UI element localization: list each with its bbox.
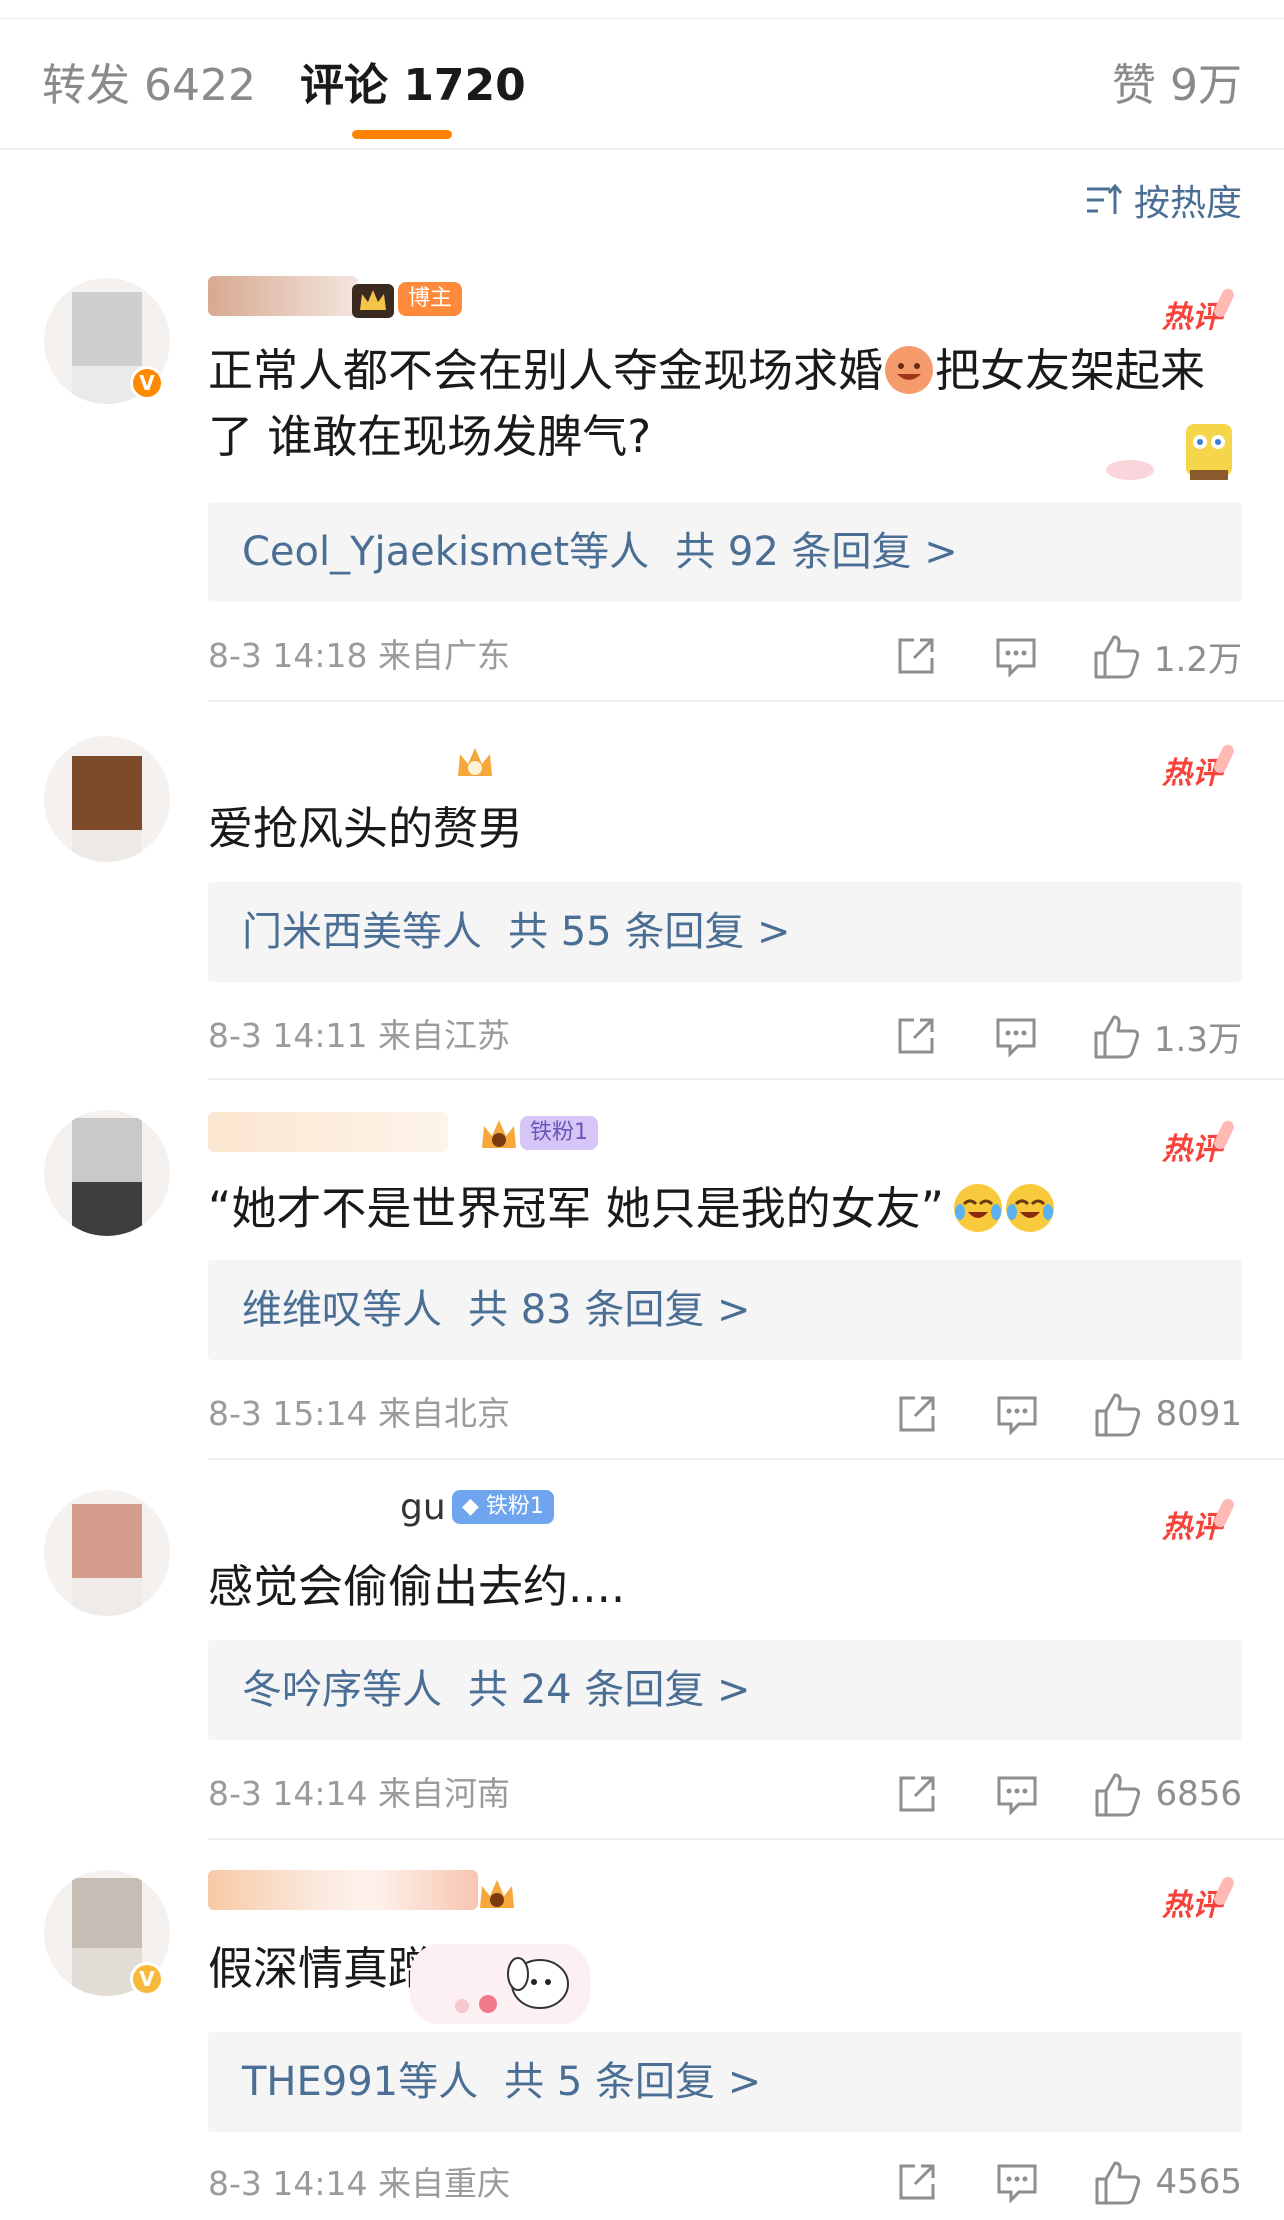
thumbs-up-icon[interactable]	[1093, 1389, 1143, 1439]
share-icon[interactable]	[892, 1012, 940, 1060]
thumbs-up-icon[interactable]	[1092, 631, 1142, 681]
comment-item: V 热评 假深情真蹭货 THE991等人共 5 条回复 > 8-3 14:14 …	[0, 1840, 1284, 2220]
crown-icon	[482, 1120, 516, 1148]
like-count: 4565	[1155, 2162, 1242, 2202]
reply-user-names[interactable]: 门米西美	[242, 909, 402, 955]
comment-icon[interactable]	[992, 1012, 1040, 1060]
comment-meta: 8-3 14:18 来自广东	[208, 636, 510, 675]
sort-icon	[1086, 183, 1122, 214]
reply-count[interactable]: 共 24 条回复 >	[468, 1667, 751, 1713]
thumbs-up-icon[interactable]	[1093, 1769, 1143, 1819]
tab-bar: 转发 6422 评论 1720 赞 9万	[0, 18, 1284, 150]
comment-actions: 1.3万	[892, 1010, 1242, 1062]
tab-comment[interactable]: 评论 1720	[300, 58, 526, 114]
reply-user-names[interactable]: 维维叹	[242, 1287, 362, 1333]
reply-count[interactable]: 共 55 条回复 >	[508, 909, 791, 955]
comment-text: 感觉会偷偷出去约....	[208, 1560, 626, 1613]
username[interactable]	[208, 1870, 478, 1910]
thumbs-up-icon[interactable]	[1092, 1011, 1142, 1061]
comment-actions: 4565	[893, 2156, 1242, 2208]
fan-badge: 铁粉1	[520, 1116, 598, 1150]
reply-user-names[interactable]: Ceol_Yjaekismet	[242, 529, 569, 575]
comment-icon[interactable]	[993, 2158, 1041, 2206]
spongebob-sticker-icon	[1106, 424, 1232, 480]
crying-laughing-emoji-icon	[953, 1184, 1002, 1232]
reply-count[interactable]: 共 92 条回复 >	[675, 529, 958, 575]
crying-laughing-emoji-icon	[1005, 1184, 1054, 1232]
fan-badge: ◆ 铁粉1	[452, 1490, 554, 1524]
share-icon[interactable]	[893, 2158, 941, 2206]
like-count: 8091	[1155, 1394, 1242, 1434]
comment-icon[interactable]	[992, 632, 1040, 680]
blogger-badge: 博主	[398, 282, 463, 316]
like-count: 1.3万	[1153, 1019, 1242, 1060]
hot-comment-tag: 热评	[1162, 1874, 1236, 1923]
reply-user-names[interactable]: THE991	[242, 2059, 398, 2105]
username[interactable]	[208, 276, 358, 316]
comment-text: 假深情真蹭货	[208, 1942, 479, 1995]
comment-icon[interactable]	[993, 1770, 1041, 1818]
hot-comment-tag: 热评	[1162, 1496, 1236, 1545]
reply-summary[interactable]: 冬吟序等人共 24 条回复 >	[208, 1640, 1242, 1740]
crown-icon	[458, 748, 492, 776]
reply-summary[interactable]: THE991等人共 5 条回复 >	[208, 2032, 1242, 2132]
crown-icon	[352, 284, 394, 318]
crown-icon	[480, 1880, 514, 1908]
active-tab-indicator	[352, 130, 452, 139]
comment-meta: 8-3 15:14 来自北京	[208, 1394, 510, 1433]
tab-repost[interactable]: 转发 6422	[42, 58, 256, 114]
comment-item: V 博主 热评 正常人都不会在别人夺金现场求婚 把女友架起来了 谁敢在现场发脾气?…	[0, 262, 1284, 702]
comment-text: “她才不是世界冠军 她只是我的女友”	[208, 1176, 1208, 1242]
reply-user-names[interactable]: 冬吟序	[242, 1667, 362, 1713]
thumbs-up-icon[interactable]	[1093, 2157, 1143, 2207]
comment-text: 正常人都不会在别人夺金现场求婚 把女友架起来了 谁敢在现场发脾气?	[208, 344, 1206, 463]
like-count: 6856	[1155, 1774, 1242, 1814]
comment-meta: 8-3 14:14 来自河南	[208, 1774, 510, 1813]
comment-text: 爱抢风头的赘男	[208, 802, 524, 855]
comment-item: 热评 爱抢风头的赘男 门米西美等人共 55 条回复 > 8-3 14:11 来自…	[0, 702, 1284, 1080]
reply-count[interactable]: 共 83 条回复 >	[468, 1287, 751, 1333]
like-count: 1.2万	[1153, 639, 1242, 680]
comment-item: gu ◆ 铁粉1 热评 感觉会偷偷出去约.... 冬吟序等人共 24 条回复 >…	[0, 1460, 1284, 1840]
share-icon[interactable]	[892, 632, 940, 680]
hot-comment-tag: 热评	[1162, 1118, 1236, 1167]
verified-icon: V	[130, 366, 164, 400]
laughing-emoji-icon	[885, 346, 934, 394]
tab-like[interactable]: 赞 9万	[1112, 58, 1242, 114]
comment-actions: 6856	[893, 1768, 1242, 1820]
top-divider	[0, 0, 1284, 19]
hot-comment-tag: 热评	[1162, 742, 1236, 791]
reply-summary[interactable]: 维维叹等人共 83 条回复 >	[208, 1260, 1242, 1360]
sort-button[interactable]: 按热度	[1084, 172, 1242, 228]
sort-label: 按热度	[1133, 183, 1242, 224]
share-icon[interactable]	[893, 1390, 941, 1438]
share-icon[interactable]	[893, 1770, 941, 1818]
reply-summary[interactable]: Ceol_Yjaekismet等人共 92 条回复 >	[208, 502, 1242, 602]
comment-meta: 8-3 14:14 来自重庆	[208, 2164, 510, 2203]
reply-summary[interactable]: 门米西美等人共 55 条回复 >	[208, 882, 1242, 982]
hot-comment-tag: 热评	[1162, 286, 1236, 335]
avatar[interactable]	[44, 1110, 170, 1236]
avatar[interactable]	[44, 736, 170, 862]
comment-item: 铁粉1 热评 “她才不是世界冠军 她只是我的女友” 维维叹等人共 83 条回复 …	[0, 1080, 1284, 1460]
username-fragment[interactable]: gu	[400, 1486, 446, 1530]
username[interactable]	[208, 1112, 448, 1152]
comment-actions: 1.2万	[892, 630, 1242, 682]
verified-icon: V	[130, 1962, 164, 1996]
reply-count[interactable]: 共 5 条回复 >	[504, 2059, 761, 2105]
comment-icon[interactable]	[993, 1390, 1041, 1438]
puppy-sticker-icon	[410, 1944, 590, 2024]
comment-meta: 8-3 14:11 来自江苏	[208, 1016, 510, 1055]
avatar[interactable]	[44, 1490, 170, 1616]
comment-actions: 8091	[893, 1388, 1242, 1440]
